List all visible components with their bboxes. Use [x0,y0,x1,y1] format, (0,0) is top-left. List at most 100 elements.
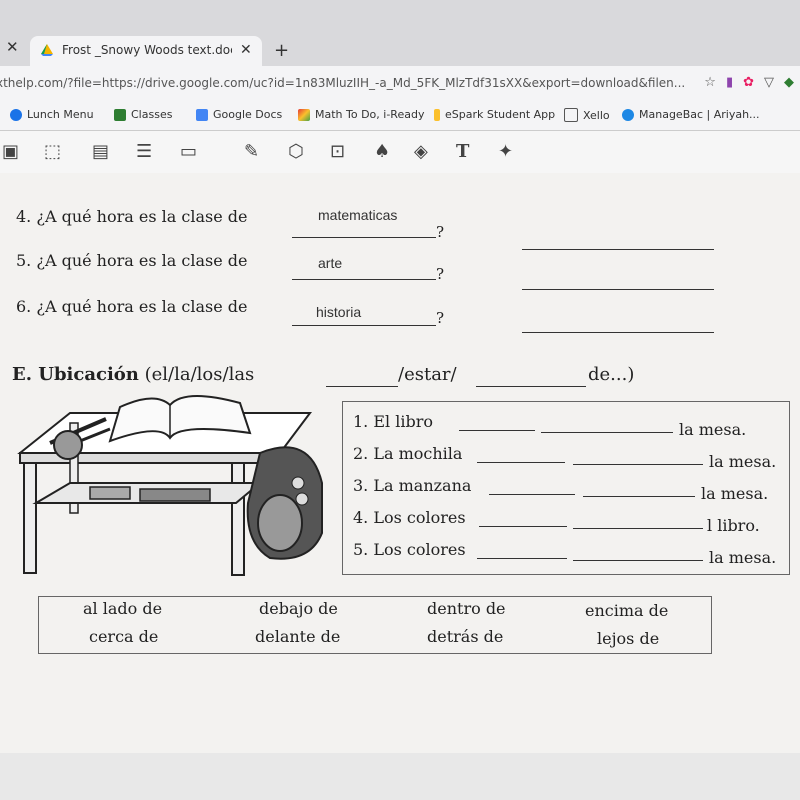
sentence-box: 1. El libro la mesa. 2. La mochila la me… [342,401,790,575]
answer-blank[interactable] [477,462,565,463]
bookmark-item[interactable]: Math To Do, i-Ready [298,108,424,121]
bookmark-label: Classes [131,108,173,121]
classes-icon [114,108,126,121]
bookmark-label: eSpark Student App [445,108,556,121]
image-icon[interactable]: ▣ [2,141,19,162]
bookmark-item[interactable]: Google Docs [196,108,282,121]
word-bank-item: cerca de [89,627,159,646]
answer-blank[interactable] [522,249,714,250]
sentence-4: 4. Los colores [353,508,466,527]
fill-icon[interactable]: ◈ [414,141,428,162]
section-e-title: E. Ubicación (el/la/los/las [12,364,254,385]
section-instructions: (el/la/los/las [144,364,255,385]
word-bank-item: delante de [255,627,341,646]
sentence-end: la mesa. [679,420,747,439]
word-bank-item: encima de [585,601,669,620]
managebac-icon [622,108,634,121]
answer-blank[interactable] [489,494,575,495]
sentence-2: 2. La mochila [353,444,463,463]
bookmarks-bar: Lunch Menu Classes Google Docs Math To D… [0,100,800,131]
extension-icon[interactable]: ✿ [743,75,754,90]
word-bank-item: debajo de [259,599,338,618]
tab-strip: ✕ Frost _Snowy Woods text.docx ✕ + [0,0,800,66]
shape-icon[interactable]: ⬡ [288,141,304,162]
sentence-end: l libro. [707,516,760,535]
star-icon[interactable]: ☆ [704,75,716,90]
list-icon[interactable]: ☰ [136,141,152,162]
espark-icon [434,108,440,121]
url-text[interactable]: xthelp.com/?file=https://drive.google.co… [0,76,685,90]
estar-label: /estar/ [398,364,457,385]
de-label: de...) [588,364,635,385]
word-bank: al lado de cerca de debajo de delante de… [38,596,712,654]
question-mark: ? [436,309,445,327]
answer-blank[interactable] [573,464,703,465]
bookmark-item[interactable]: Classes [114,108,172,121]
document-page: 4. ¿A qué hora es la clase de matematica… [0,173,800,753]
box-select-icon[interactable]: ⊡ [330,141,345,162]
word-bank-item: al lado de [83,599,163,618]
desk-illustration [17,394,323,576]
answer-blank[interactable] [292,325,436,326]
answer-blank[interactable] [583,496,695,497]
browser-tab[interactable]: Frost _Snowy Woods text.docx ✕ [30,36,262,66]
editor-toolbar: ▣ ⬚ ▤ ☰ ▭ ✎ ⬡ ⊡ ♠ ◈ T ✦ [0,131,800,174]
question-number: 6. [16,297,32,316]
xello-icon [564,108,578,122]
bookmark-item[interactable]: Xello [564,108,610,122]
answer-blank[interactable] [573,528,703,529]
question-number: 5. [16,251,32,270]
lunch-menu-icon [10,108,22,121]
answer-blank[interactable] [477,558,567,559]
question-6: 6. ¿A qué hora es la clase de [16,297,248,316]
answer-text[interactable]: historia [316,304,361,320]
answer-text[interactable]: arte [318,255,342,271]
sentence-3: 3. La manzana [353,476,472,495]
pen-icon[interactable]: ♠ [374,141,390,162]
bookmark-label: Google Docs [213,108,283,121]
bookmark-item[interactable]: eSpark Student App [434,108,555,121]
tab-close-icon[interactable]: ✕ [240,42,252,58]
answer-blank[interactable] [476,386,586,387]
extension-icon[interactable]: ◆ [784,75,794,90]
iready-icon [298,108,310,121]
answer-blank[interactable] [292,279,436,280]
answer-blank[interactable] [292,237,436,238]
bookmark-label: Xello [583,108,610,122]
close-icon[interactable]: ✕ [6,38,19,56]
sentence-5: 5. Los colores [353,540,466,559]
answer-blank[interactable] [522,289,714,290]
screen-icon[interactable]: ▭ [180,141,197,162]
google-drive-icon [41,44,53,56]
word-bank-item: dentro de [427,599,506,618]
new-tab-button[interactable]: + [274,40,289,61]
answer-blank[interactable] [459,430,535,431]
bottom-area [0,753,800,800]
answer-blank[interactable] [541,432,673,433]
word-bank-item: lejos de [597,629,660,648]
question-5: 5. ¿A qué hora es la clase de [16,251,248,270]
translate-icon[interactable]: ▤ [92,141,109,162]
question-mark: ? [436,223,445,241]
docs-icon [196,108,208,121]
answer-blank[interactable] [573,560,703,561]
bookmark-item[interactable]: Lunch Menu [10,108,94,121]
highlighter-icon[interactable]: ✎ [244,141,259,162]
question-mark: ? [436,265,445,283]
select-icon[interactable]: ⬚ [44,141,61,162]
answer-blank[interactable] [479,526,567,527]
bookmark-label: Math To Do, i-Ready [315,108,425,121]
shield-icon[interactable]: ▽ [764,75,774,90]
answer-text[interactable]: matematicas [318,207,397,223]
sentence-end: la mesa. [701,484,769,503]
sentence-end: la mesa. [709,548,777,567]
sentence-1: 1. El libro [353,412,433,431]
address-bar[interactable]: xthelp.com/?file=https://drive.google.co… [0,66,800,100]
extension-icon[interactable]: ▮ [726,75,733,90]
bookmark-label: ManageBac | Ariyah... [639,108,760,121]
text-icon[interactable]: T [456,141,469,162]
bookmark-item[interactable]: ManageBac | Ariyah... [622,108,760,121]
question-number: 4. [16,207,32,226]
pin-icon[interactable]: ✦ [498,141,513,162]
answer-blank[interactable] [522,332,714,333]
